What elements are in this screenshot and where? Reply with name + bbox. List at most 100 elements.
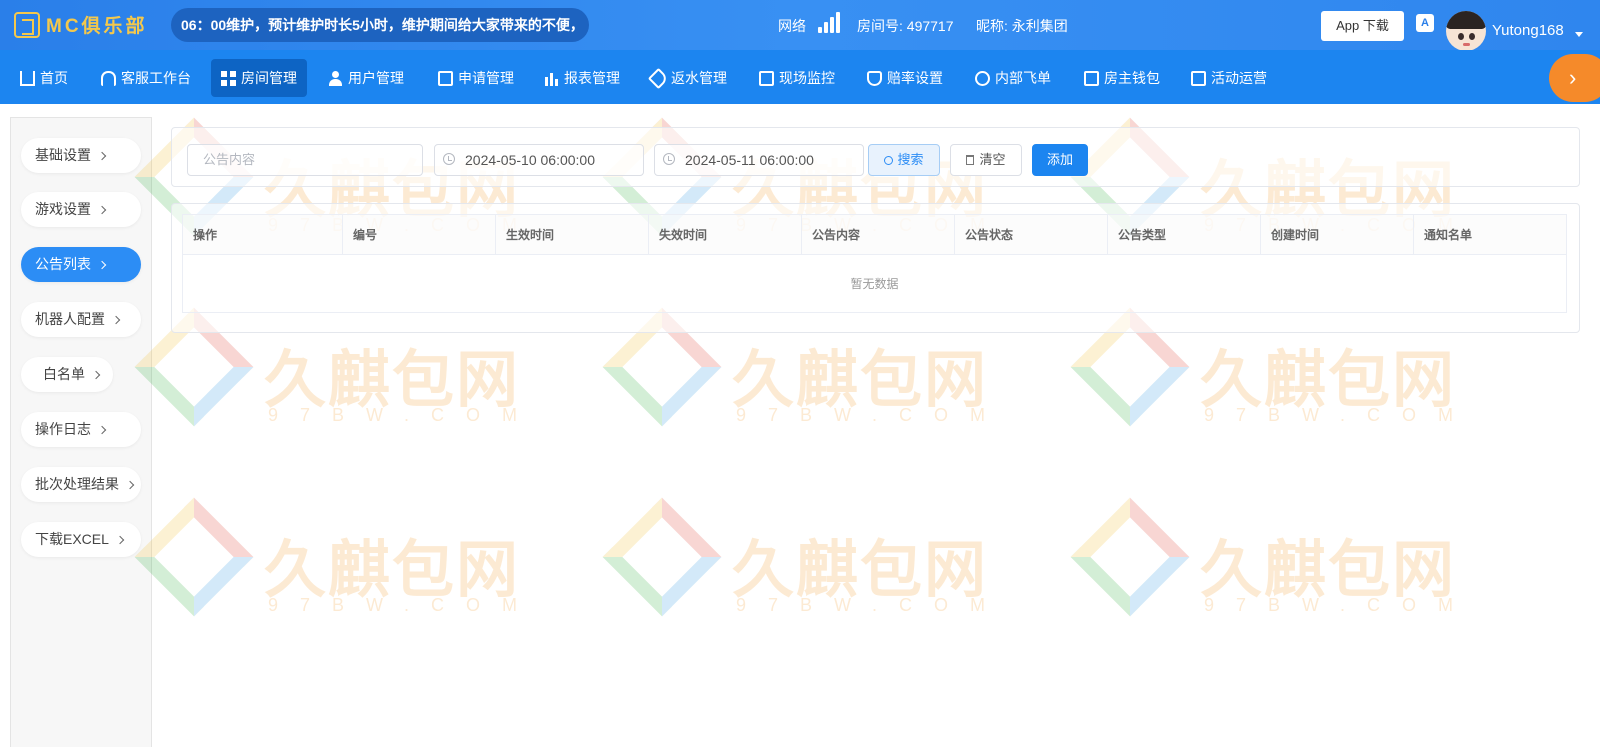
empty-state-text: 暂无数据 bbox=[182, 254, 1567, 313]
avatar[interactable] bbox=[1446, 11, 1486, 51]
sidebar-item-label: 批次处理结果 bbox=[35, 476, 119, 492]
nickname: 昵称: 永利集团 bbox=[976, 18, 1068, 34]
document-icon bbox=[438, 70, 453, 86]
announcement-content-input[interactable]: 公告内容 bbox=[187, 144, 423, 176]
sidebar-item-label: 白名单 bbox=[43, 366, 85, 382]
column-header: 失效时间 bbox=[648, 214, 802, 255]
nav-item-label: 房主钱包 bbox=[1104, 70, 1160, 86]
nav-item-room-management[interactable]: 房间管理 bbox=[211, 59, 307, 97]
sidebar-item-basic-settings[interactable]: 基础设置 bbox=[21, 138, 141, 173]
logo-text: MC俱乐部 bbox=[46, 16, 148, 37]
sidebar-item-label: 机器人配置 bbox=[35, 311, 105, 327]
column-header: 编号 bbox=[342, 214, 496, 255]
table-header-row: 操作 编号 生效时间 失效时间 公告内容 公告状态 公告类型 创建时间 通知名单 bbox=[182, 214, 1567, 255]
end-time-picker[interactable]: 2024-05-11 06:00:00 bbox=[654, 144, 864, 176]
nav-item-owner-wallet[interactable]: 房主钱包 bbox=[1074, 59, 1170, 97]
nav-item-label: 赔率设置 bbox=[887, 70, 943, 86]
home-icon bbox=[20, 70, 35, 86]
column-header: 公告内容 bbox=[801, 214, 955, 255]
chevron-right-icon bbox=[97, 425, 107, 435]
search-button[interactable]: 搜索 bbox=[868, 144, 940, 176]
nav-item-internal-orders[interactable]: 内部飞单 bbox=[965, 59, 1061, 97]
nav-item-home[interactable]: 首页 bbox=[10, 59, 78, 97]
search-icon bbox=[884, 156, 894, 165]
language-icon[interactable]: A bbox=[1416, 14, 1434, 32]
nav-item-label: 返水管理 bbox=[671, 70, 727, 86]
announcement-marquee: 06：00维护，预计维护时长5小时，维护期间给大家带来的不便， bbox=[171, 8, 589, 42]
start-time-value: 2024-05-10 06:00:00 bbox=[465, 152, 595, 168]
sidebar-item-label: 操作日志 bbox=[35, 421, 91, 437]
nav-item-activity-operations[interactable]: 活动运营 bbox=[1181, 59, 1277, 97]
nav-item-odds-settings[interactable]: 赔率设置 bbox=[857, 59, 953, 97]
nav-item-user-management[interactable]: 用户管理 bbox=[318, 59, 414, 97]
headset-icon bbox=[101, 70, 116, 86]
username[interactable]: Yutong168 bbox=[1492, 22, 1564, 39]
clock-icon bbox=[443, 153, 455, 165]
main-content: 公告内容 2024-05-10 06:00:00 2024-05-11 06:0… bbox=[161, 117, 1600, 747]
column-header: 操作 bbox=[182, 214, 343, 255]
nav-item-label: 用户管理 bbox=[348, 70, 404, 86]
sidebar-item-robot-config[interactable]: 机器人配置 bbox=[21, 302, 141, 337]
column-header: 生效时间 bbox=[495, 214, 649, 255]
announcement-table: 操作 编号 生效时间 失效时间 公告内容 公告状态 公告类型 创建时间 通知名单… bbox=[182, 214, 1567, 313]
app-download-button[interactable]: App 下载 bbox=[1321, 11, 1404, 41]
clear-button[interactable]: 清空 bbox=[950, 144, 1022, 176]
nav-item-rebate-management[interactable]: 返水管理 bbox=[641, 59, 737, 97]
network-label: 网络 bbox=[778, 18, 806, 34]
chevron-down-icon[interactable] bbox=[1575, 32, 1583, 37]
grid-icon bbox=[221, 70, 236, 86]
chevron-right-icon bbox=[97, 151, 107, 161]
chevron-right-icon bbox=[97, 205, 107, 215]
sidebar-item-label: 基础设置 bbox=[35, 147, 91, 163]
sidebar-item-download-excel[interactable]: 下载EXCEL bbox=[21, 522, 141, 557]
nav-item-label: 房间管理 bbox=[241, 70, 297, 86]
logo[interactable]: MC俱乐部 bbox=[14, 11, 148, 38]
nav-item-label: 内部飞单 bbox=[995, 70, 1051, 86]
sidebar-item-label: 游戏设置 bbox=[35, 201, 91, 217]
nav-more-button[interactable]: › bbox=[1549, 54, 1600, 102]
trash-icon bbox=[966, 155, 975, 165]
sidebar-item-game-settings[interactable]: 游戏设置 bbox=[21, 192, 141, 227]
clock-icon bbox=[663, 153, 675, 165]
sidebar-item-label: 下载EXCEL bbox=[35, 531, 109, 547]
sidebar-item-label: 公告列表 bbox=[35, 256, 91, 272]
gift-icon bbox=[1191, 70, 1206, 86]
add-button[interactable]: 添加 bbox=[1032, 144, 1088, 176]
start-time-picker[interactable]: 2024-05-10 06:00:00 bbox=[434, 144, 644, 176]
sidebar-item-announcement-list[interactable]: 公告列表 bbox=[21, 247, 141, 282]
nav-item-report-management[interactable]: 报表管理 bbox=[534, 59, 630, 97]
announcement-table-card: 操作 编号 生效时间 失效时间 公告内容 公告状态 公告类型 创建时间 通知名单… bbox=[171, 203, 1580, 333]
bar-chart-icon bbox=[544, 70, 559, 86]
column-header: 创建时间 bbox=[1260, 214, 1414, 255]
sidebar-item-whitelist[interactable]: 白名单 bbox=[21, 357, 113, 392]
room-number: 房间号: 497717 bbox=[857, 18, 954, 34]
sidebar-item-operation-log[interactable]: 操作日志 bbox=[21, 412, 141, 447]
chevron-right-icon bbox=[97, 260, 107, 270]
column-header: 通知名单 bbox=[1413, 214, 1567, 255]
table-empty-row: 暂无数据 bbox=[182, 254, 1567, 313]
end-time-value: 2024-05-11 06:00:00 bbox=[685, 152, 814, 168]
logo-icon bbox=[14, 11, 40, 38]
nav-item-label: 现场监控 bbox=[779, 70, 835, 86]
announcement-text: 06：00维护，预计维护时长5小时，维护期间给大家带来的不便， bbox=[181, 17, 584, 33]
nav-item-service-desk[interactable]: 客服工作台 bbox=[91, 59, 201, 97]
main-nav: 首页 客服工作台 房间管理 用户管理 申请管理 报表管理 返水管理 现场监控 赔… bbox=[0, 50, 1600, 104]
column-header: 公告状态 bbox=[954, 214, 1108, 255]
shield-icon bbox=[867, 70, 882, 86]
nav-item-live-monitoring[interactable]: 现场监控 bbox=[749, 59, 845, 97]
tag-icon bbox=[647, 67, 670, 89]
top-header: MC俱乐部 06：00维护，预计维护时长5小时，维护期间给大家带来的不便， 网络… bbox=[0, 0, 1600, 51]
clear-button-label: 清空 bbox=[979, 152, 1006, 167]
filter-bar: 公告内容 2024-05-10 06:00:00 2024-05-11 06:0… bbox=[171, 127, 1580, 187]
nav-item-application-management[interactable]: 申请管理 bbox=[428, 59, 524, 97]
nav-item-label: 客服工作台 bbox=[121, 70, 191, 86]
chevron-right-icon bbox=[111, 315, 121, 325]
nav-item-label: 申请管理 bbox=[458, 70, 514, 86]
refresh-icon bbox=[975, 70, 990, 86]
sidebar: 基础设置 游戏设置 公告列表 机器人配置 白名单 操作日志 批次处理结果 下载E… bbox=[10, 117, 152, 747]
column-header: 公告类型 bbox=[1107, 214, 1261, 255]
nav-item-label: 活动运营 bbox=[1211, 70, 1267, 86]
user-icon bbox=[328, 70, 343, 86]
sidebar-item-batch-results[interactable]: 批次处理结果 bbox=[21, 467, 141, 502]
nav-item-label: 首页 bbox=[40, 70, 68, 86]
